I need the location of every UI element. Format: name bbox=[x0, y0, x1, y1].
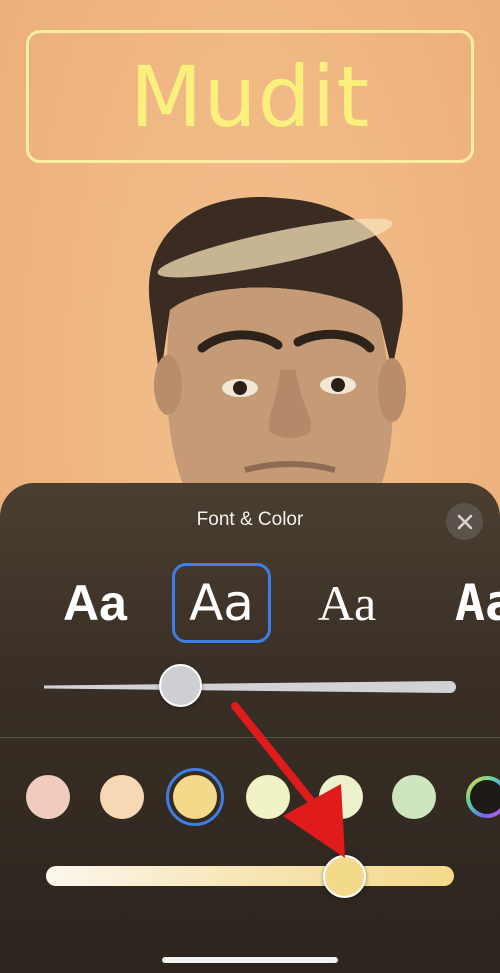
color-swatch-1[interactable] bbox=[26, 775, 70, 819]
color-tone-slider-track[interactable] bbox=[46, 866, 454, 886]
font-option-3[interactable]: Aa bbox=[302, 563, 392, 643]
close-button[interactable] bbox=[446, 503, 483, 540]
home-indicator[interactable] bbox=[162, 957, 338, 963]
font-option-4[interactable]: Aa bbox=[440, 563, 500, 643]
font-weight-slider-thumb[interactable] bbox=[159, 664, 202, 707]
color-swatch-6[interactable] bbox=[392, 775, 436, 819]
poster-name-box[interactable]: Mudit bbox=[26, 30, 474, 163]
annotation-arrow-icon bbox=[231, 702, 345, 858]
poster-name: Mudit bbox=[129, 47, 371, 146]
color-swatch-2[interactable] bbox=[100, 775, 144, 819]
color-swatch-3-selected[interactable] bbox=[173, 775, 217, 819]
custom-color-picker-icon[interactable] bbox=[465, 775, 500, 819]
sheet-title: Font & Color bbox=[196, 509, 304, 530]
contact-photo bbox=[148, 196, 406, 500]
font-weight-slider-track[interactable] bbox=[44, 680, 457, 694]
font-option-2-selected[interactable]: Aa bbox=[172, 563, 271, 643]
font-option-1[interactable]: Aa bbox=[52, 563, 138, 643]
xmark-icon bbox=[457, 514, 472, 529]
